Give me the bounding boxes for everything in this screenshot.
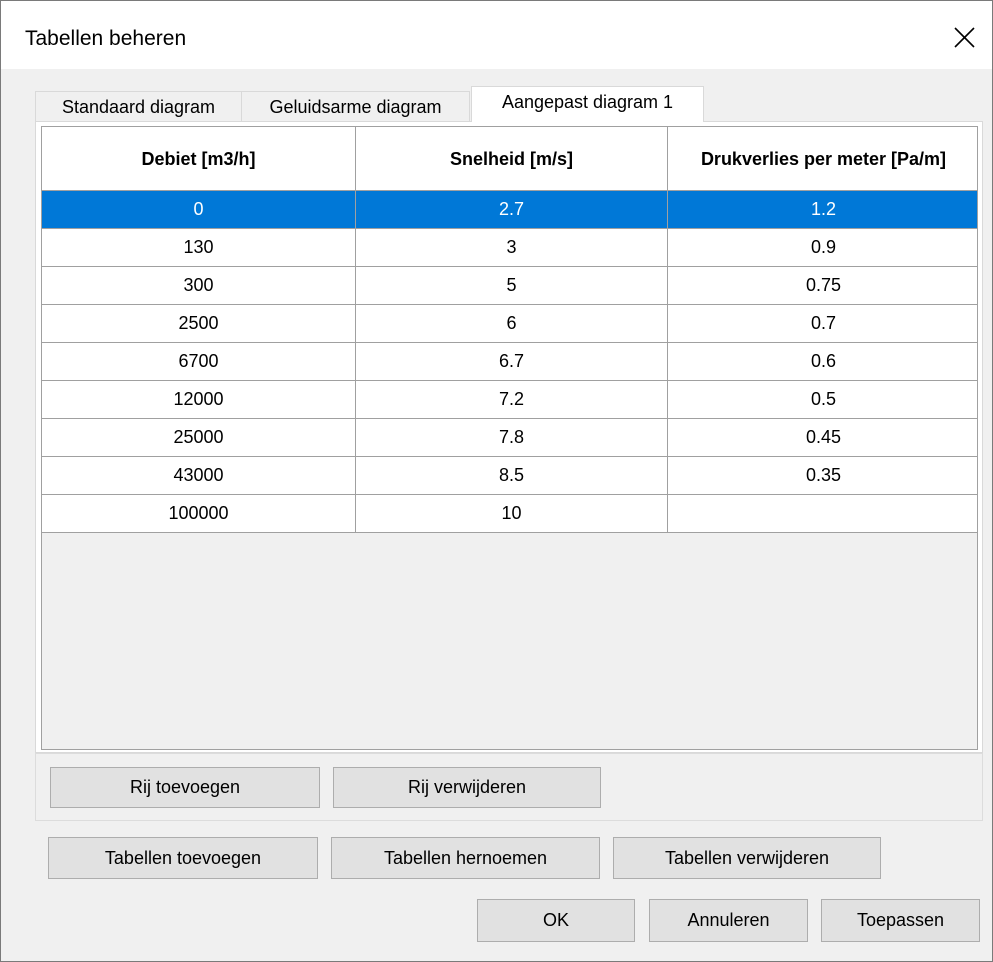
cell-debiet[interactable]: 300 xyxy=(42,266,356,305)
add-row-button[interactable]: Rij toevoegen xyxy=(50,767,320,808)
table-body: 0 2.7 1.2 130 3 0.9 300 5 0.75 2500 6 0.7 6700 6.7 0.6… xyxy=(42,190,977,533)
column-header-snelheid[interactable]: Snelheid [m/s] xyxy=(355,127,668,191)
cell-debiet[interactable]: 43000 xyxy=(42,456,356,495)
cell-debiet[interactable]: 6700 xyxy=(42,342,356,381)
table-row[interactable]: 25000 7.8 0.45 xyxy=(42,418,977,457)
cell-snelheid[interactable]: 6 xyxy=(355,304,668,343)
column-header-drukverlies-label: Drukverlies per meter [Pa/m] xyxy=(700,148,947,169)
title-bar: Tabellen beheren xyxy=(1,1,992,69)
cell-snelheid[interactable]: 10 xyxy=(355,494,668,533)
cancel-button[interactable]: Annuleren xyxy=(649,899,808,942)
table-row[interactable]: 43000 8.5 0.35 xyxy=(42,456,977,495)
table-row[interactable]: 100000 10 xyxy=(42,494,977,533)
column-header-drukverlies[interactable]: Drukverlies per meter [Pa/m] xyxy=(667,127,977,191)
cell-drukverlies[interactable] xyxy=(667,494,977,533)
cell-snelheid[interactable]: 3 xyxy=(355,228,668,267)
rename-table-button[interactable]: Tabellen hernoemen xyxy=(331,837,600,879)
cell-drukverlies[interactable]: 1.2 xyxy=(667,190,977,229)
cell-drukverlies[interactable]: 0.5 xyxy=(667,380,977,419)
cell-debiet[interactable]: 130 xyxy=(42,228,356,267)
cell-snelheid[interactable]: 7.8 xyxy=(355,418,668,457)
ok-button[interactable]: OK xyxy=(477,899,635,942)
tab-aangepast-diagram-1[interactable]: Aangepast diagram 1 xyxy=(471,86,704,122)
cell-snelheid[interactable]: 6.7 xyxy=(355,342,668,381)
cell-snelheid[interactable]: 7.2 xyxy=(355,380,668,419)
table-row[interactable]: 0 2.7 1.2 xyxy=(42,190,977,229)
table-row[interactable]: 130 3 0.9 xyxy=(42,228,977,267)
tab-standaard-diagram[interactable]: Standaard diagram xyxy=(35,91,242,121)
cell-drukverlies[interactable]: 0.9 xyxy=(667,228,977,267)
cell-snelheid[interactable]: 5 xyxy=(355,266,668,305)
dialog-title: Tabellen beheren xyxy=(25,27,187,50)
cell-drukverlies[interactable]: 0.35 xyxy=(667,456,977,495)
cell-debiet[interactable]: 0 xyxy=(42,190,356,229)
row-actions-group: Rij toevoegen Rij verwijderen xyxy=(35,753,983,821)
cell-debiet[interactable]: 25000 xyxy=(42,418,356,457)
column-header-debiet[interactable]: Debiet [m3/h] xyxy=(42,127,356,191)
cell-snelheid[interactable]: 2.7 xyxy=(355,190,668,229)
cell-debiet[interactable]: 12000 xyxy=(42,380,356,419)
cell-snelheid[interactable]: 8.5 xyxy=(355,456,668,495)
cell-debiet[interactable]: 100000 xyxy=(42,494,356,533)
tab-panel: Debiet [m3/h] Snelheid [m/s] Drukverlies… xyxy=(35,121,983,753)
add-table-button[interactable]: Tabellen toevoegen xyxy=(48,837,318,879)
header-row: Debiet [m3/h] Snelheid [m/s] Drukverlies… xyxy=(42,127,977,191)
remove-table-button[interactable]: Tabellen verwijderen xyxy=(613,837,881,879)
tab-geluidsarme-diagram[interactable]: Geluidsarme diagram xyxy=(241,91,470,121)
table-row[interactable]: 300 5 0.75 xyxy=(42,266,977,305)
data-table: Debiet [m3/h] Snelheid [m/s] Drukverlies… xyxy=(42,127,977,533)
cell-drukverlies[interactable]: 0.75 xyxy=(667,266,977,305)
cell-drukverlies[interactable]: 0.45 xyxy=(667,418,977,457)
cell-debiet[interactable]: 2500 xyxy=(42,304,356,343)
table-row[interactable]: 2500 6 0.7 xyxy=(42,304,977,343)
dialog-window: Tabellen beheren Standaard diagram Gelui… xyxy=(0,0,993,962)
table-row[interactable]: 12000 7.2 0.5 xyxy=(42,380,977,419)
cell-drukverlies[interactable]: 0.7 xyxy=(667,304,977,343)
data-grid[interactable]: Debiet [m3/h] Snelheid [m/s] Drukverlies… xyxy=(41,126,978,750)
cell-drukverlies[interactable]: 0.6 xyxy=(667,342,977,381)
apply-button[interactable]: Toepassen xyxy=(821,899,980,942)
close-button[interactable] xyxy=(941,15,987,61)
remove-row-button[interactable]: Rij verwijderen xyxy=(333,767,601,808)
close-icon xyxy=(954,27,975,48)
table-row[interactable]: 6700 6.7 0.6 xyxy=(42,342,977,381)
